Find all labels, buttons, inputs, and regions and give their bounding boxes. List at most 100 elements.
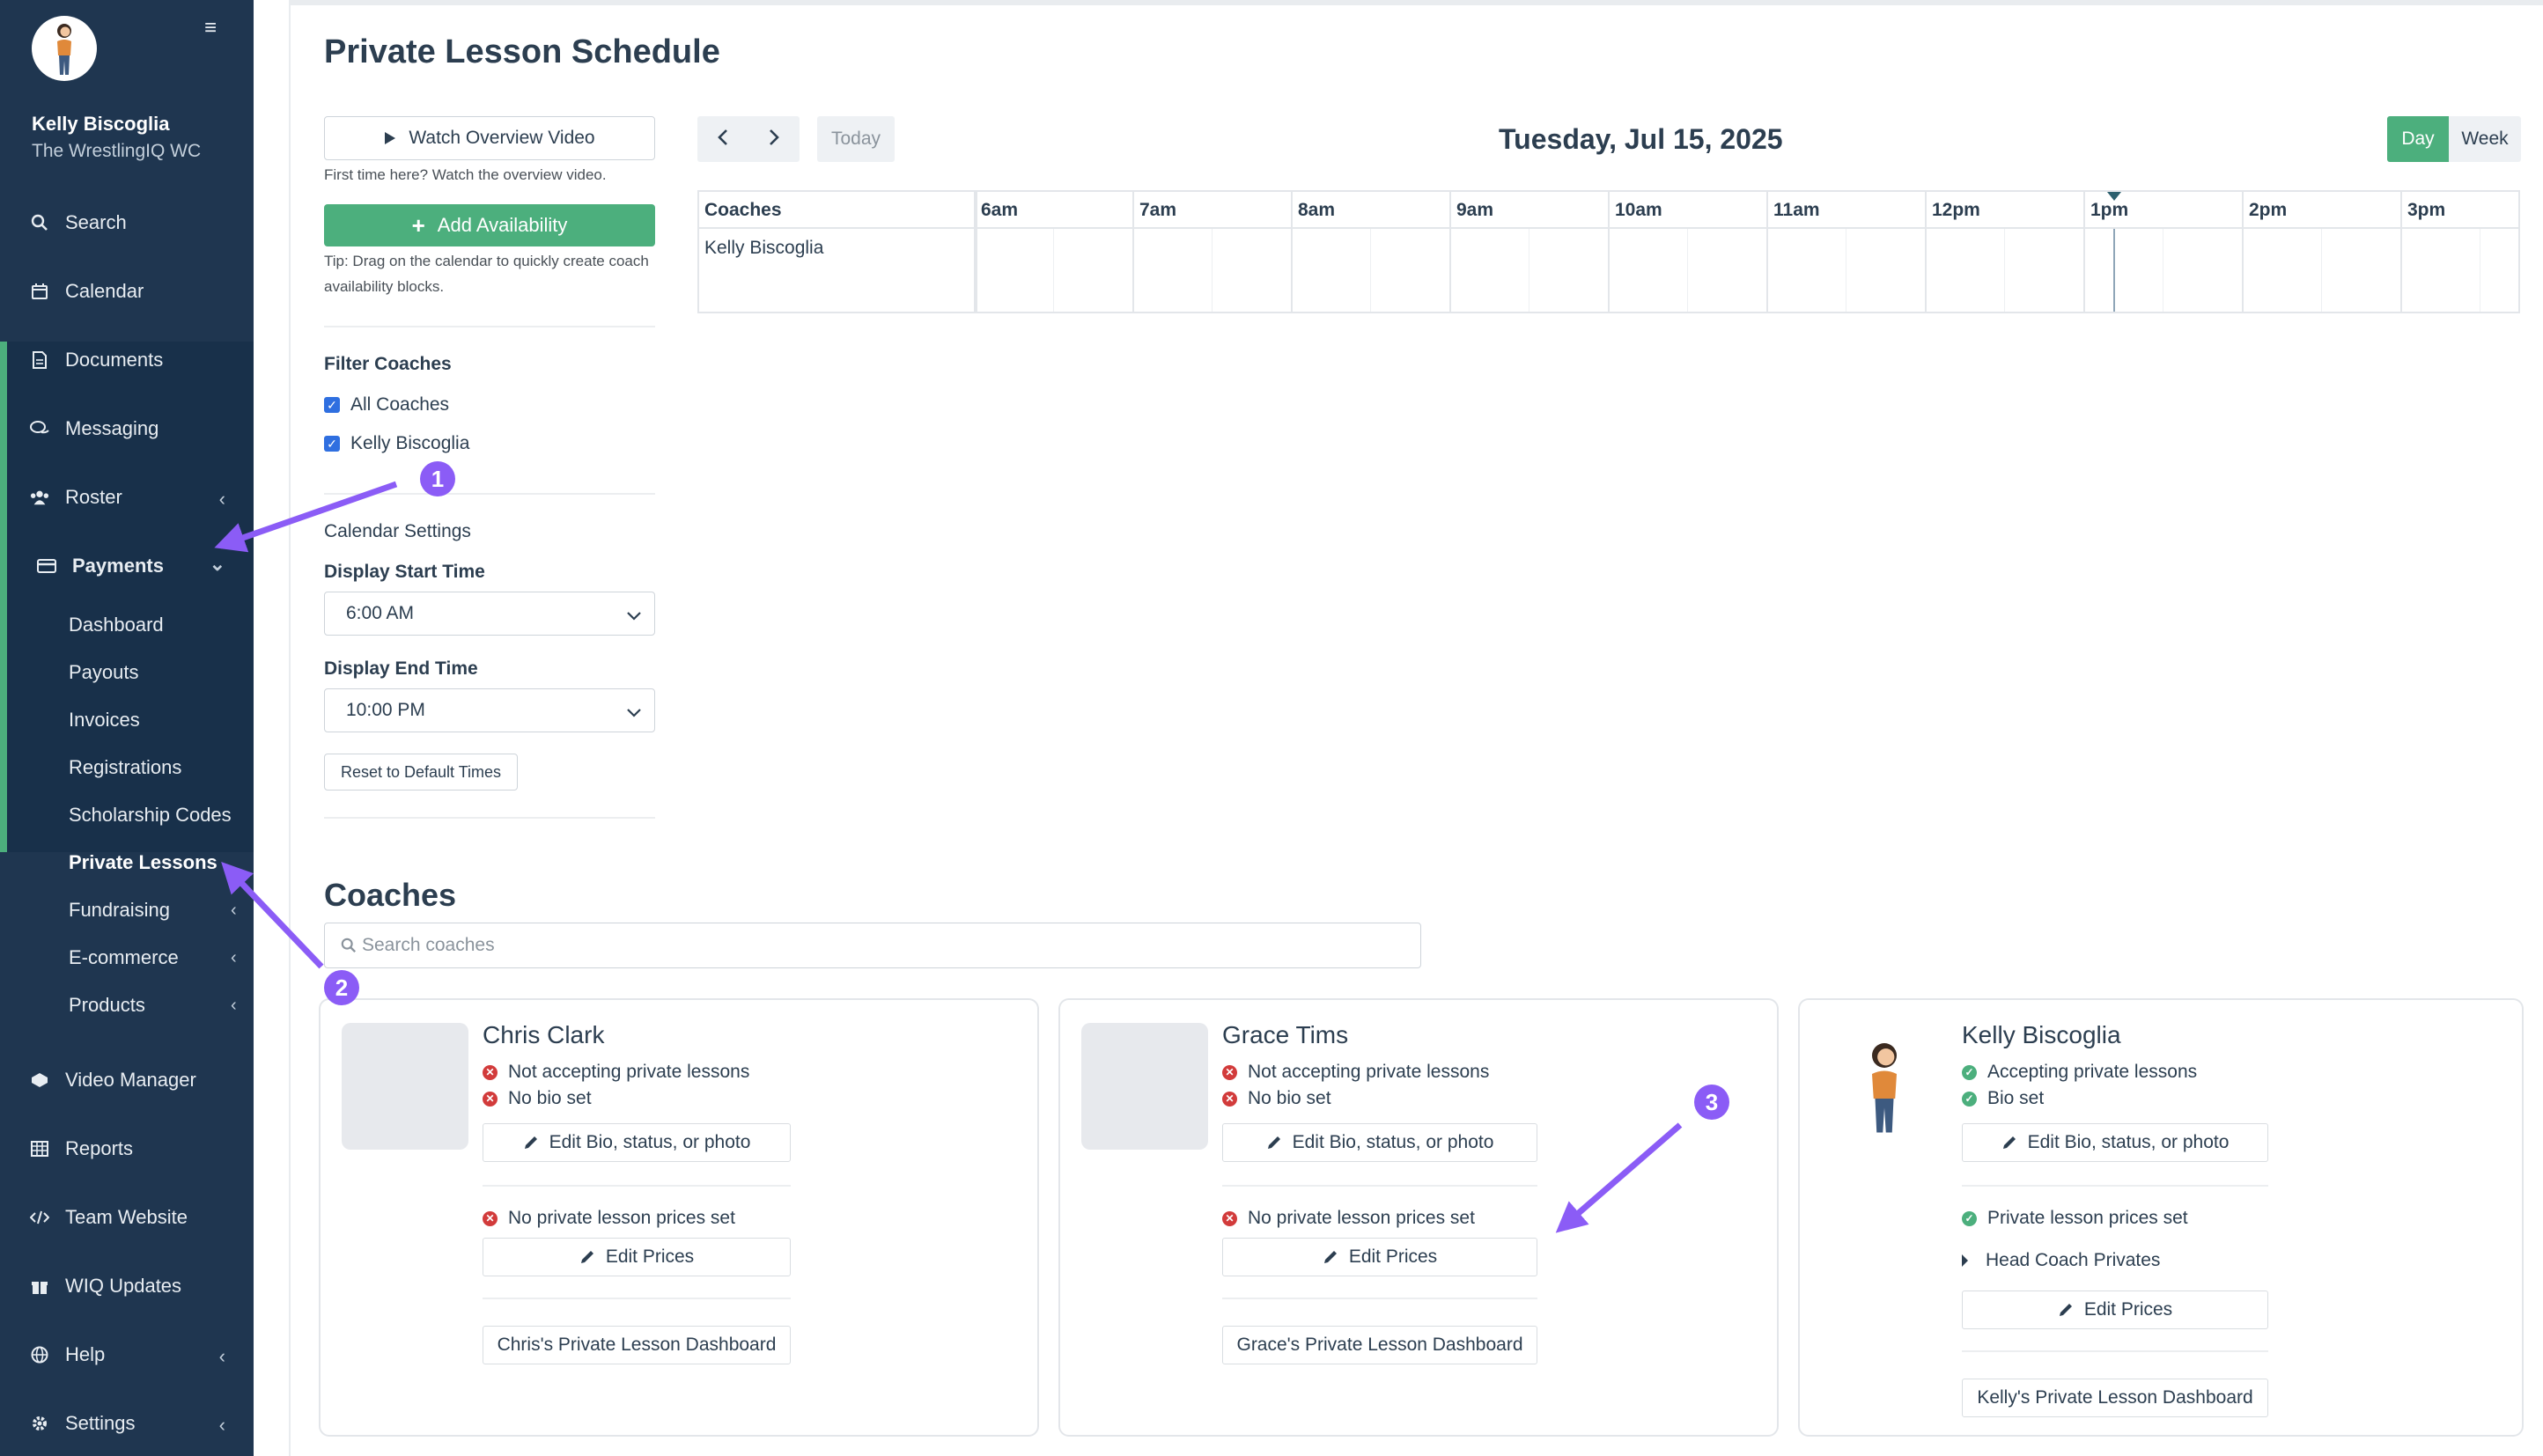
submenu-item-payouts[interactable]: Payouts bbox=[69, 655, 139, 690]
lesson-status: ✕ Not accepting private lessons bbox=[483, 1062, 749, 1083]
edit-bio-button[interactable]: Edit Bio, status, or photo bbox=[483, 1123, 791, 1162]
edit-prices-button[interactable]: Edit Prices bbox=[483, 1238, 791, 1276]
checkmark-icon: ✓ bbox=[324, 436, 340, 452]
watch-video-label: Watch Overview Video bbox=[409, 128, 595, 148]
submenu-item-invoices[interactable]: Invoices bbox=[69, 702, 140, 738]
bio-status-text: No bio set bbox=[508, 1088, 592, 1108]
submenu-item-dashboard[interactable]: Dashboard bbox=[69, 607, 164, 643]
sidebar-item-team-website[interactable]: Team Website bbox=[0, 1192, 254, 1243]
profile bbox=[0, 0, 254, 81]
calendar-today-button[interactable]: Today bbox=[817, 116, 895, 162]
coach-card-grace-tims: Grace Tims ✕ Not accepting private lesso… bbox=[1058, 998, 1779, 1437]
coach-search-input[interactable]: Search coaches bbox=[324, 923, 1421, 968]
sidebar-item-label: Roster bbox=[65, 486, 122, 508]
end-time-select[interactable]: 10:00 PM bbox=[324, 688, 655, 732]
sidebar-item-label: Search bbox=[65, 211, 127, 233]
x-circle-icon: ✕ bbox=[1222, 1064, 1237, 1080]
reset-default-times-button[interactable]: Reset to Default Times bbox=[324, 754, 518, 791]
main-content: Private Lesson Schedule Watch Overview V… bbox=[254, 0, 2543, 1456]
submenu-item-products[interactable]: Products ‹ bbox=[69, 988, 245, 1023]
sidebar-item-reports[interactable]: Reports bbox=[0, 1123, 254, 1174]
hour-column bbox=[1925, 192, 1927, 312]
chevron-down-icon bbox=[626, 606, 642, 627]
calendar-next-button[interactable] bbox=[748, 116, 800, 162]
chevron-left-icon: ‹ bbox=[231, 948, 237, 967]
edit-prices-button[interactable]: Edit Prices bbox=[1222, 1238, 1537, 1276]
annotation-badge-2: 2 bbox=[324, 970, 359, 1005]
pencil-icon bbox=[579, 1249, 595, 1265]
chat-icon bbox=[30, 419, 49, 438]
half-hour-line bbox=[2321, 229, 2322, 312]
prices-status-text: No private lesson prices set bbox=[508, 1208, 735, 1228]
check-circle-icon: ✓ bbox=[1962, 1064, 1977, 1080]
filter-coach-kelly-checkbox[interactable]: ✓ Kelly Biscoglia bbox=[324, 433, 469, 454]
private-lesson-dashboard-button[interactable]: Grace's Private Lesson Dashboard bbox=[1222, 1326, 1537, 1364]
sidebar-item-label: WIQ Updates bbox=[65, 1275, 182, 1297]
view-week-button[interactable]: Week bbox=[2449, 116, 2521, 162]
add-availability-button[interactable]: + Add Availability bbox=[324, 204, 655, 246]
bio-status-text: Bio set bbox=[1987, 1088, 2045, 1108]
sidebar-item-help[interactable]: Help ‹ bbox=[0, 1329, 254, 1380]
chevron-down-icon: ⌄ bbox=[209, 553, 225, 575]
sidebar-item-calendar[interactable]: Calendar bbox=[0, 266, 254, 317]
sidebar-item-roster[interactable]: Roster ‹ bbox=[0, 472, 254, 523]
submenu-item-scholarship-codes[interactable]: Scholarship Codes bbox=[69, 798, 232, 833]
users-icon bbox=[30, 488, 49, 507]
sidebar-item-label: Settings bbox=[65, 1412, 136, 1434]
divider bbox=[1962, 1350, 2268, 1352]
pencil-icon bbox=[523, 1135, 539, 1151]
prices-status-text: No private lesson prices set bbox=[1248, 1208, 1475, 1228]
private-lesson-dashboard-button[interactable]: Chris's Private Lesson Dashboard bbox=[483, 1326, 791, 1364]
calendar-settings-title: Calendar Settings bbox=[324, 521, 471, 541]
watch-video-button[interactable]: Watch Overview Video bbox=[324, 116, 655, 160]
submenu-item-private-lessons[interactable]: Private Lessons bbox=[69, 845, 217, 880]
filter-all-coaches-checkbox[interactable]: ✓ All Coaches bbox=[324, 394, 449, 415]
sidebar-item-video-manager[interactable]: Video Manager bbox=[0, 1055, 254, 1106]
sidebar-item-messaging[interactable]: Messaging bbox=[0, 403, 254, 454]
calendar-icon bbox=[30, 282, 49, 301]
submenu-item-registrations[interactable]: Registrations bbox=[69, 750, 181, 785]
divider bbox=[1962, 1185, 2268, 1187]
edit-bio-button[interactable]: Edit Bio, status, or photo bbox=[1222, 1123, 1537, 1162]
lesson-status-text: Not accepting private lessons bbox=[508, 1062, 750, 1082]
price-item-head-coach-privates[interactable]: Head Coach Privates bbox=[1962, 1250, 2160, 1271]
sidebar-item-label: Messaging bbox=[65, 417, 159, 439]
hour-column bbox=[1132, 192, 1134, 312]
start-time-select[interactable]: 6:00 AM bbox=[324, 592, 655, 636]
search-icon bbox=[341, 938, 357, 953]
hour-column bbox=[2083, 192, 2085, 312]
prices-status: ✕ No private lesson prices set bbox=[1222, 1208, 1475, 1229]
submenu-item-label: Products bbox=[69, 994, 145, 1016]
search-placeholder: Search coaches bbox=[362, 935, 495, 955]
coach-card-chris-clark: Chris Clark ✕ Not accepting private less… bbox=[319, 998, 1039, 1437]
annotation-badge-3: 3 bbox=[1694, 1085, 1729, 1120]
sidebar-item-search[interactable]: Search bbox=[0, 197, 254, 248]
sidebar-item-label: Help bbox=[65, 1343, 106, 1365]
edit-prices-button[interactable]: Edit Prices bbox=[1962, 1291, 2268, 1329]
calendar-prev-button[interactable] bbox=[697, 116, 748, 162]
half-hour-line bbox=[1212, 229, 1213, 312]
view-day-button[interactable]: Day bbox=[2387, 116, 2449, 162]
sidebar-item-payments[interactable]: Payments ⌄ bbox=[0, 540, 254, 592]
edit-bio-button[interactable]: Edit Bio, status, or photo bbox=[1962, 1123, 2268, 1162]
checkbox-label: Kelly Biscoglia bbox=[350, 433, 470, 453]
code-icon bbox=[30, 1208, 49, 1227]
end-time-value: 10:00 PM bbox=[346, 700, 425, 720]
sidebar-item-documents[interactable]: Documents bbox=[0, 335, 254, 386]
chevron-left-icon: ‹ bbox=[218, 1414, 225, 1436]
avatar[interactable] bbox=[32, 16, 97, 81]
submenu-item-fundraising[interactable]: Fundraising ‹ bbox=[69, 893, 245, 928]
sidebar-item-wiq-updates[interactable]: WIQ Updates bbox=[0, 1261, 254, 1312]
hour-column bbox=[1766, 192, 1768, 312]
prices-status: ✕ No private lesson prices set bbox=[483, 1208, 735, 1229]
chevron-left-icon bbox=[718, 129, 728, 151]
watch-video-note: First time here? Watch the overview vide… bbox=[324, 166, 607, 183]
calendar-grid[interactable]: Coaches Kelly Biscoglia 6am 7am 8am 9am … bbox=[697, 190, 2520, 313]
submenu-item-ecommerce[interactable]: E-commerce ‹ bbox=[69, 940, 245, 975]
grid-coaches-header: Coaches bbox=[704, 200, 782, 220]
hour-column bbox=[974, 192, 976, 312]
private-lesson-dashboard-button[interactable]: Kelly's Private Lesson Dashboard bbox=[1962, 1379, 2268, 1417]
sidebar-item-settings[interactable]: Settings ‹ bbox=[0, 1398, 254, 1449]
hamburger-menu-icon[interactable]: ≡ bbox=[199, 18, 222, 39]
hour-label: 8am bbox=[1298, 200, 1336, 220]
